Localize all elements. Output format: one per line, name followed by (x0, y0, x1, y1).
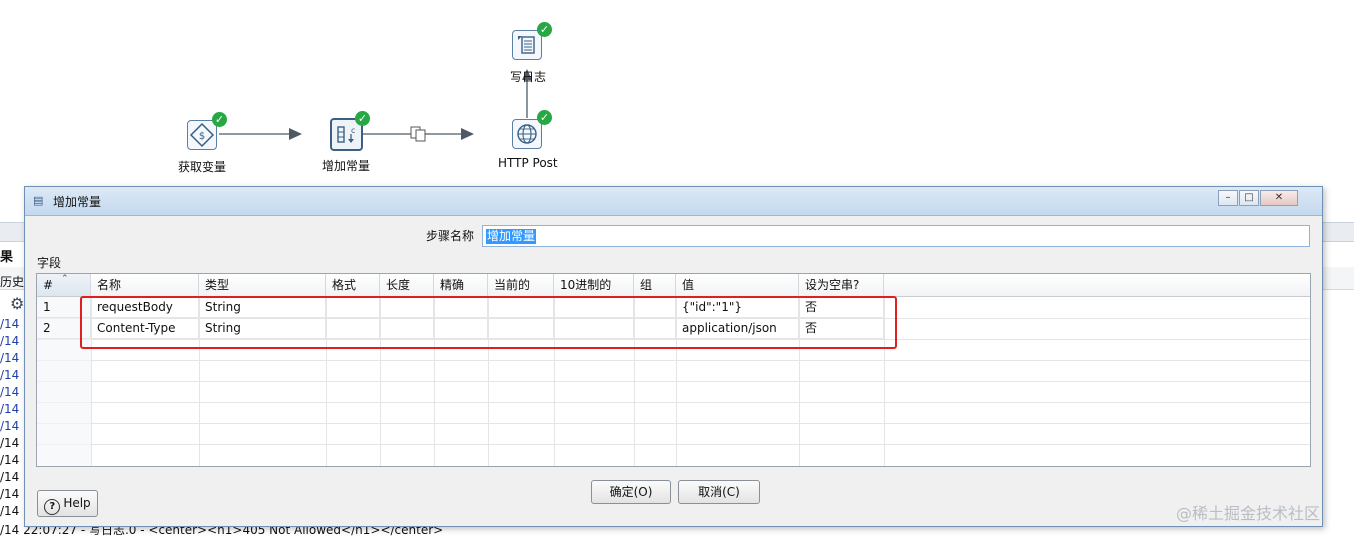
log-line: /14 (0, 487, 20, 501)
column-header-text: 10进制的 (560, 278, 612, 292)
help-button[interactable]: ? Help (37, 490, 98, 517)
add-constants-icon: c (337, 126, 355, 143)
column-header-format[interactable]: 格式 (326, 274, 380, 297)
checkmark-icon: ✓ (355, 111, 370, 126)
column-header-currency[interactable]: 当前的 (488, 274, 554, 297)
dialog-app-icon: ▤ (33, 194, 44, 207)
log-line: /14 (0, 470, 20, 484)
step-write-log[interactable] (512, 30, 542, 60)
minimize-button[interactable]: – (1218, 190, 1238, 206)
write-log-icon (518, 36, 535, 54)
column-header-text: 当前的 (494, 278, 531, 292)
column-header-value[interactable]: 值 (676, 274, 799, 297)
log-line: /14 (0, 504, 20, 518)
column-header-text: 值 (682, 278, 695, 292)
column-header-text: # (43, 278, 54, 292)
maximize-button[interactable]: □ (1239, 190, 1259, 206)
dialog-title: 增加常量 (53, 195, 102, 209)
column-header-text: 长度 (386, 278, 411, 292)
step-name-label: 步骤名称 (426, 229, 475, 243)
column-header-text: 格式 (332, 278, 357, 292)
results-title: 果 (0, 250, 14, 265)
fields-label: 字段 (37, 256, 62, 270)
column-header-type[interactable]: 类型 (199, 274, 326, 297)
step-label-write-log: 写日志 (510, 70, 547, 84)
globe-icon (517, 124, 537, 144)
log-line: /14 (0, 436, 20, 450)
log-line: /14 (0, 419, 20, 433)
step-label-get-variables: 获取变量 (178, 160, 227, 174)
ok-button[interactable]: 确定(O) (591, 480, 671, 504)
sort-ascending-icon: ⌃ (61, 274, 69, 284)
checkmark-icon: ✓ (212, 112, 227, 127)
column-header-text: 名称 (97, 278, 122, 292)
column-header-num[interactable]: # ⌃ (37, 274, 91, 297)
column-header-filler (884, 274, 1310, 297)
log-line: /14 (0, 402, 20, 416)
settings-gear-icon[interactable]: ⚙ (10, 294, 24, 313)
column-header-text: 组 (640, 278, 653, 292)
step-label-add-constants: 增加常量 (322, 159, 371, 173)
highlight-box (80, 296, 897, 349)
log-line: /14 (0, 368, 20, 382)
log-line: /14 (0, 317, 20, 331)
close-button[interactable]: ✕ (1260, 190, 1298, 206)
svg-text:$: $ (199, 131, 205, 142)
svg-text:c: c (351, 126, 355, 135)
step-get-variables[interactable]: $ (187, 120, 217, 150)
column-header-length[interactable]: 长度 (380, 274, 434, 297)
column-header-text: 设为空串? (805, 278, 860, 292)
checkmark-icon: ✓ (537, 110, 552, 125)
cancel-button[interactable]: 取消(C) (678, 480, 760, 504)
get-variables-icon: $ (189, 122, 215, 148)
column-header-decimal[interactable]: 10进制的 (554, 274, 634, 297)
step-name-value: 增加常量 (486, 229, 537, 244)
column-header-name[interactable]: 名称 (91, 274, 199, 297)
column-header-text: 类型 (205, 278, 230, 292)
column-header-text: 精确 (440, 278, 465, 292)
help-label: Help (63, 496, 91, 510)
column-header-set-empty[interactable]: 设为空串? (799, 274, 884, 297)
help-icon: ? (44, 499, 61, 515)
log-line: /14 (0, 334, 20, 348)
log-line: /14 (0, 385, 20, 399)
dialog-titlebar[interactable]: ▤ 增加常量 – □ ✕ (25, 187, 1322, 216)
log-line: /14 (0, 351, 20, 365)
column-header-group[interactable]: 组 (634, 274, 676, 297)
watermark: @稀土掘金技术社区 (1176, 504, 1321, 523)
column-header-precision[interactable]: 精确 (434, 274, 488, 297)
step-label-http-post: HTTP Post (498, 156, 558, 170)
step-http-post[interactable] (512, 119, 542, 149)
history-tab[interactable]: 历史 (0, 273, 24, 290)
step-name-input[interactable]: 增加常量 (482, 225, 1310, 247)
checkmark-icon: ✓ (537, 22, 552, 37)
log-line: /14 (0, 453, 20, 467)
